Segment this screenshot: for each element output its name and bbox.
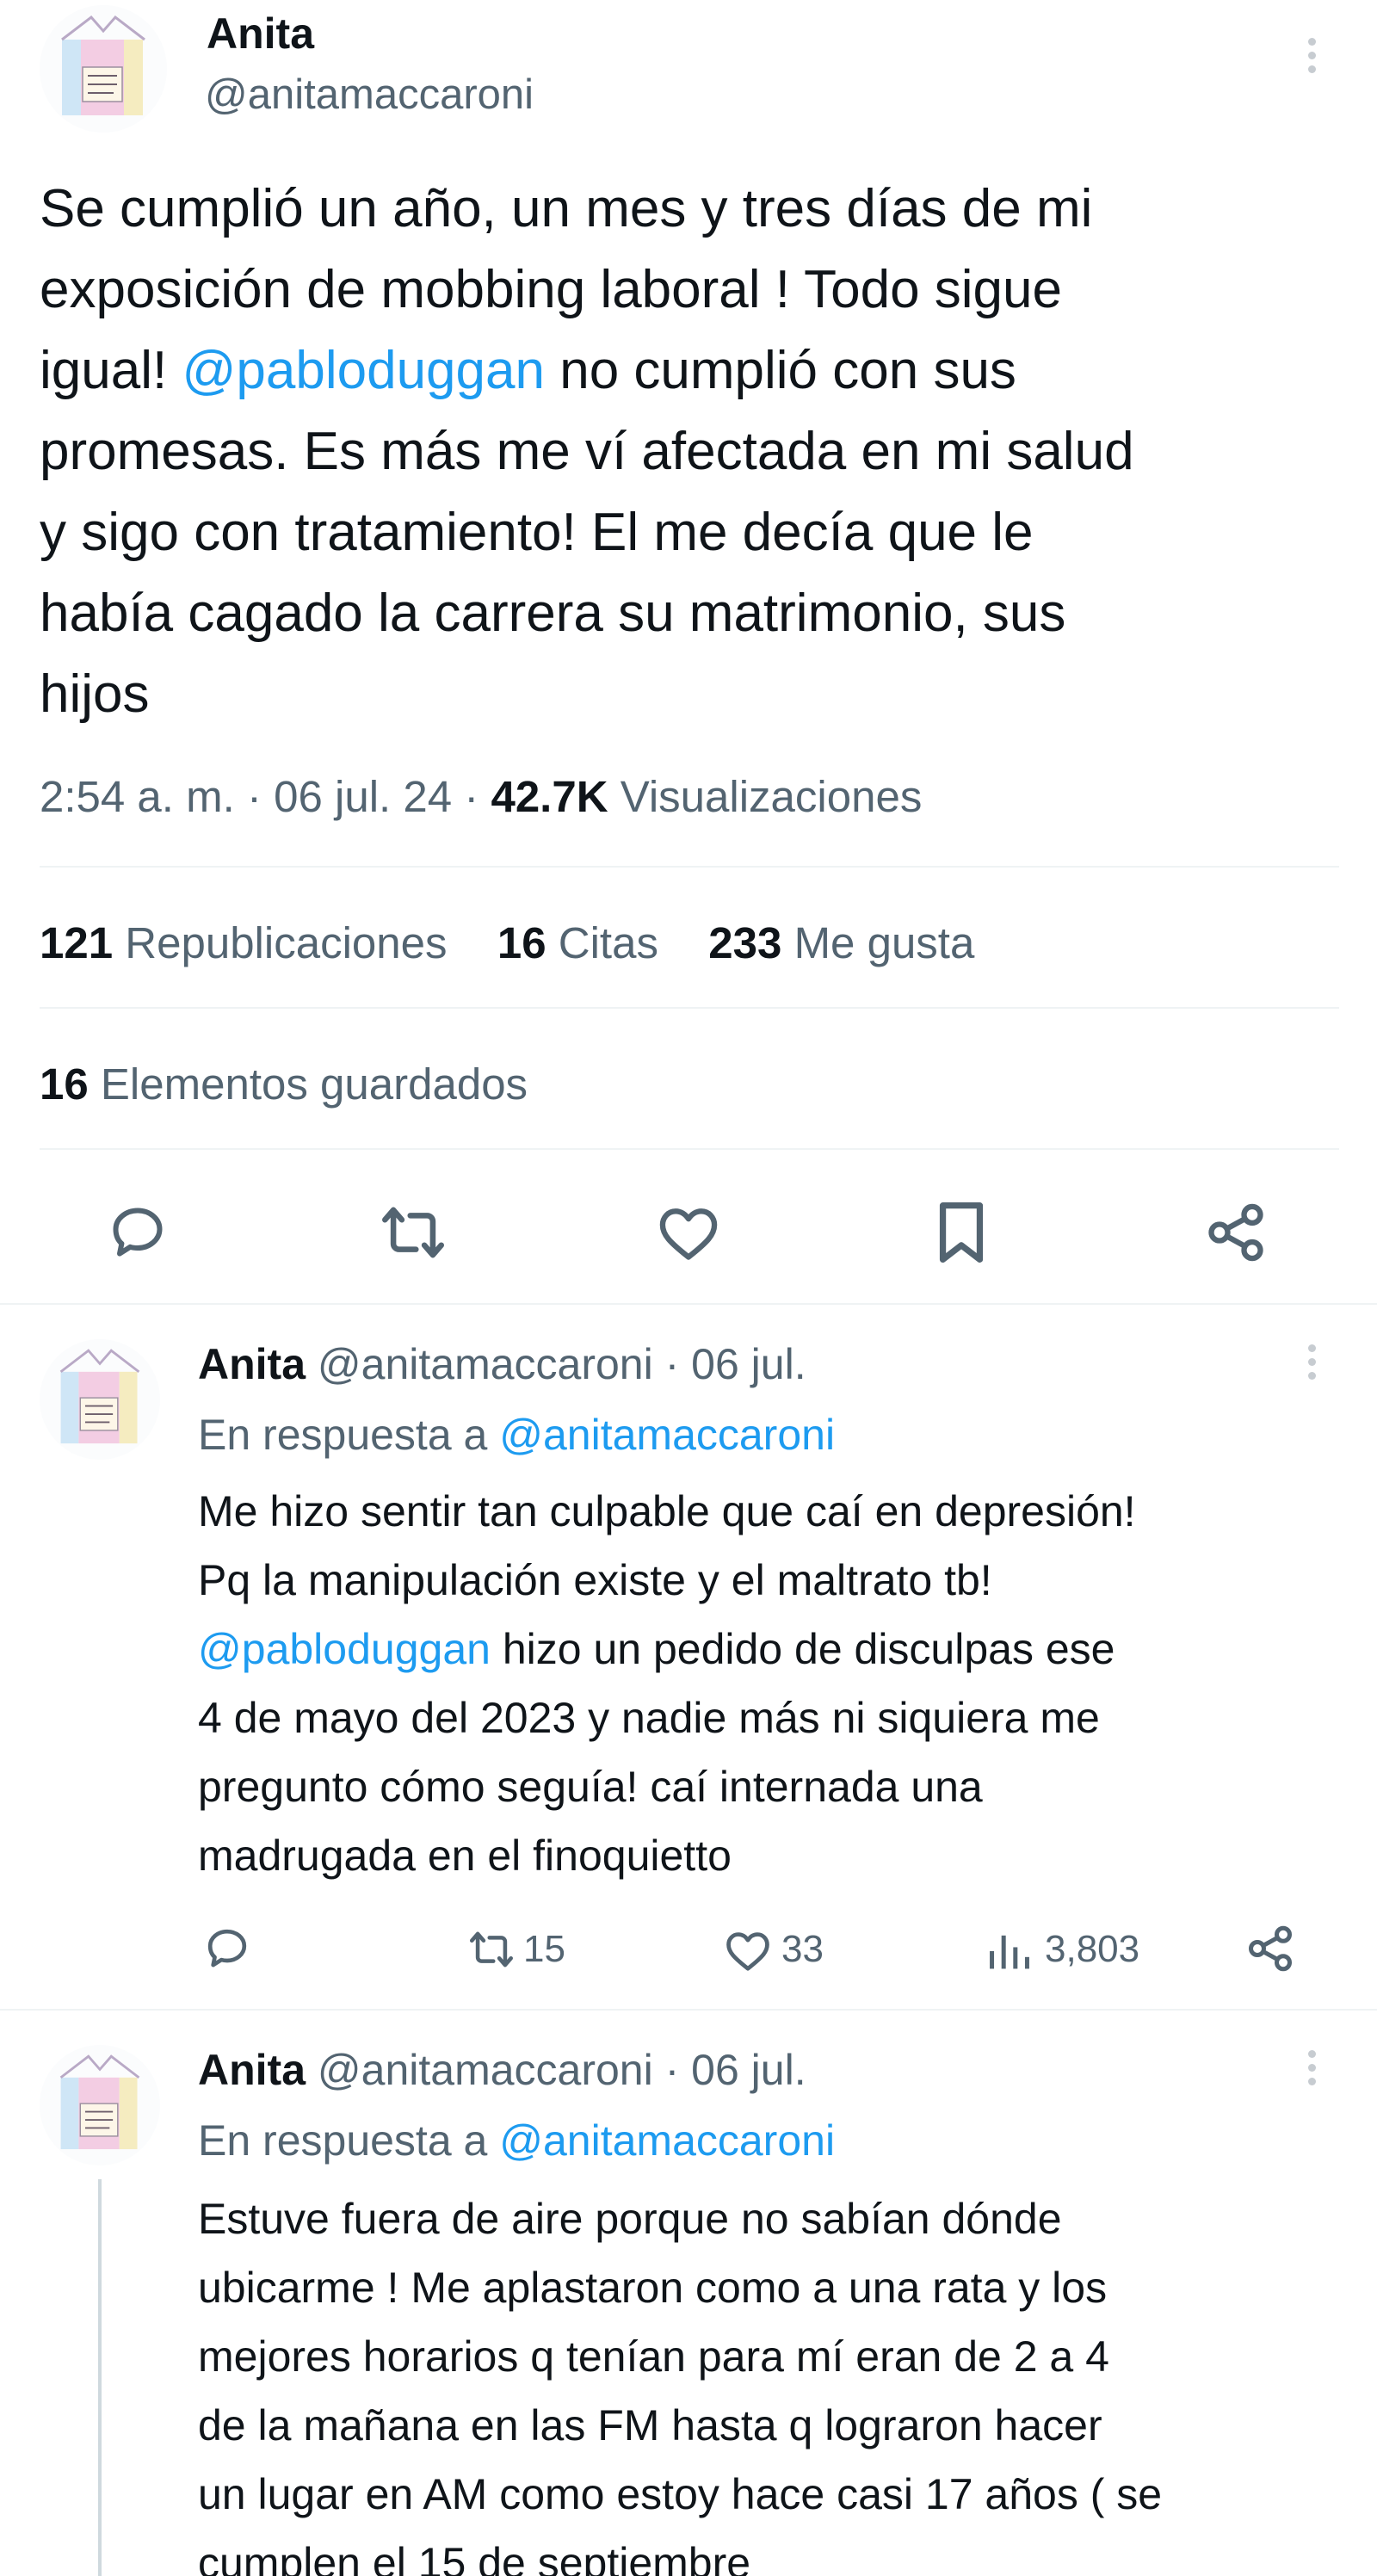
reply-text-line: madrugada en el finoquietto (198, 1832, 732, 1880)
reply-text-line: pregunto cómo seguía! caí internada una (198, 1763, 983, 1811)
tweet-text-fragment: no cumplió con sus (544, 341, 1016, 400)
tweet-text-fragment: igual! (40, 341, 182, 400)
divider (40, 1007, 1339, 1009)
tweet-date[interactable]: 06 jul. 24 (274, 772, 452, 821)
bookmarks-count: 16 (40, 1059, 89, 1109)
likes-stat[interactable]: 233 Me gusta (708, 918, 974, 967)
likes-label: Me gusta (793, 918, 975, 967)
views-count: 42.7K (491, 772, 608, 821)
reply-text-line: Me hizo sentir tan culpable que caí en d… (198, 1487, 1136, 1535)
likes-count: 233 (708, 918, 782, 967)
divider (0, 1303, 1377, 1305)
reply-text-line: 4 de mayo del 2023 y nadie más ni siquie… (198, 1694, 1100, 1742)
quotes-stat[interactable]: 16 Citas (497, 918, 658, 967)
separator: · (464, 772, 479, 821)
mention-link[interactable]: @pabloduggan (198, 1625, 491, 1673)
reply-text: Me hizo sentir tan culpable que caí en d… (198, 1477, 1136, 1890)
retweet-icon (465, 1928, 518, 1971)
like-count: 33 (781, 1928, 824, 1970)
author-name[interactable]: Anita (198, 1340, 306, 1388)
analytics-icon (988, 1931, 1031, 1971)
author-handle[interactable]: @anitamaccaroni (205, 71, 534, 119)
reply-context: En respuesta a @anitamaccaroni (198, 2116, 835, 2165)
reply-text-line: Pq la manipulación existe y el maltrato … (198, 1556, 992, 1604)
more-options-icon[interactable] (1308, 38, 1318, 79)
author-name[interactable]: Anita (198, 2046, 306, 2094)
reply-text-line: Estuve fuera de aire porque no sabían dó… (198, 2195, 1062, 2243)
reply-text-line: de la mañana en las FM hasta q lograron … (198, 2401, 1102, 2449)
engagement-stats: 121 Republicaciones 16 Citas 233 Me gust… (40, 917, 974, 968)
reply-text-line: cumplen el 15 de septiembre (198, 2539, 751, 2576)
reply-to-handle[interactable]: @anitamaccaroni (499, 1411, 835, 1459)
avatar-image (40, 2045, 160, 2165)
thread-line (98, 2179, 102, 2576)
tweet-text-line: Se cumplió un año, un mes y tres días de… (40, 179, 1093, 238)
author-handle-date[interactable]: @anitamaccaroni · 06 jul. (318, 1340, 806, 1388)
mention-link[interactable]: @pabloduggan (182, 341, 545, 400)
reply-icon[interactable] (203, 1924, 251, 1973)
quotes-label: Citas (558, 918, 658, 967)
tweet-text-line: igual! @pabloduggan no cumplió con sus (40, 330, 1348, 411)
bookmark-icon[interactable] (933, 1198, 990, 1267)
reply-icon[interactable] (107, 1202, 169, 1263)
author-handle-date[interactable]: @anitamaccaroni · 06 jul. (318, 2046, 806, 2094)
quotes-count: 16 (497, 918, 546, 967)
share-icon[interactable] (1203, 1200, 1269, 1265)
views-count: 3,803 (1045, 1928, 1140, 1970)
like-icon[interactable] (656, 1202, 721, 1263)
tweet-text-line: había cagado la carrera su matrimonio, s… (40, 584, 1066, 643)
reposts-label: Republicaciones (125, 918, 448, 967)
avatar[interactable] (40, 1339, 160, 1460)
reply-header: Anita @anitamaccaroni · 06 jul. (198, 2045, 806, 2095)
views-label: Visualizaciones (620, 772, 923, 821)
divider (40, 866, 1339, 868)
more-options-icon[interactable] (1308, 1344, 1318, 1386)
reposts-stat[interactable]: 121 Republicaciones (40, 918, 448, 967)
tweet-text: Se cumplió un año, un mes y tres días de… (40, 169, 1348, 735)
author-name[interactable]: Anita (207, 9, 314, 59)
retweet-icon[interactable] (379, 1202, 448, 1263)
like-icon (723, 1928, 773, 1973)
avatar-image (40, 5, 167, 133)
divider (40, 1148, 1339, 1150)
share-icon[interactable] (1244, 1923, 1296, 1974)
tweet-meta: 2:54 a. m. · 06 jul. 24 · 42.7K Visualiz… (40, 771, 922, 822)
avatar[interactable] (40, 5, 167, 133)
bookmarks-label: Elementos guardados (100, 1059, 528, 1109)
reply-text-line: mejores horarios q tenían para mí eran d… (198, 2332, 1109, 2381)
reply-context: En respuesta a @anitamaccaroni (198, 1410, 835, 1460)
reply-text-fragment: hizo un pedido de disculpas ese (490, 1625, 1115, 1673)
reply-to-label: En respuesta a (198, 1411, 500, 1459)
reply-text-line: @pabloduggan hizo un pedido de disculpas… (198, 1615, 1136, 1683)
reply-to-label: En respuesta a (198, 2116, 500, 2165)
separator: · (246, 772, 262, 821)
tweet-time[interactable]: 2:54 a. m. (40, 772, 235, 821)
reply-text-line: ubicarme ! Me aplastaron como a una rata… (198, 2264, 1108, 2312)
avatar[interactable] (40, 2045, 160, 2165)
tweet-text-line: exposición de mobbing laboral ! Todo sig… (40, 260, 1062, 319)
retweet-count: 15 (523, 1928, 565, 1970)
reposts-count: 121 (40, 918, 114, 967)
reply-text: Estuve fuera de aire porque no sabían dó… (198, 2184, 1162, 2576)
tweet-text-line: promesas. Es más me ví afectada en mi sa… (40, 422, 1134, 481)
reply-to-handle[interactable]: @anitamaccaroni (499, 2116, 835, 2165)
reply-text-line: un lugar en AM como estoy hace casi 17 a… (198, 2470, 1163, 2518)
tweet-text-line: hijos (40, 664, 150, 724)
more-options-icon[interactable] (1308, 2050, 1318, 2091)
avatar-image (40, 1339, 160, 1460)
reply-header: Anita @anitamaccaroni · 06 jul. (198, 1339, 806, 1389)
bookmarks-stat[interactable]: 16 Elementos guardados (40, 1059, 528, 1109)
divider (0, 2009, 1377, 2011)
tweet-text-line: y sigo con tratamiento! El me decía que … (40, 503, 1034, 562)
